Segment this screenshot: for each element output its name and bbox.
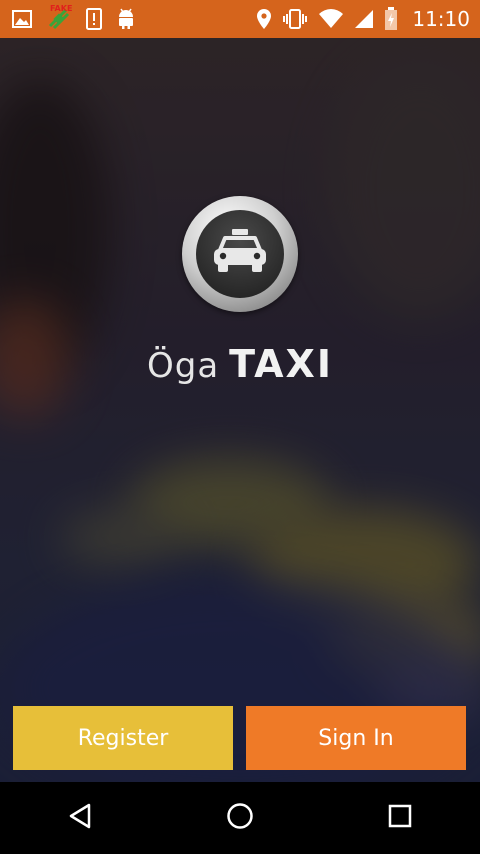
status-time: 11:10 (412, 7, 470, 31)
fake-gps-icon: FAKE (46, 4, 73, 32)
vibrate-icon (282, 9, 308, 29)
app-logo: Öga TAXI (0, 196, 480, 386)
app-screen: FAKE 11:10 Öga TAXI Register Sign In (0, 0, 480, 854)
brand-prefix: Öga (146, 346, 220, 386)
background-photo (0, 38, 480, 782)
notification-icons: FAKE (12, 4, 136, 32)
alert-icon (86, 8, 102, 30)
signal-icon (354, 9, 374, 29)
sign-in-button[interactable]: Sign In (246, 706, 466, 770)
fake-gps-label: FAKE (50, 4, 73, 13)
navigation-bar (0, 782, 480, 854)
brand-wordmark: Öga TAXI (147, 342, 333, 386)
wifi-icon (318, 9, 344, 29)
back-button[interactable] (50, 788, 110, 848)
android-icon (116, 8, 136, 30)
brand-name: TAXI (229, 342, 333, 386)
status-bar: FAKE 11:10 (0, 0, 480, 38)
logo-ring (182, 196, 298, 312)
location-icon (256, 8, 272, 30)
battery-icon (384, 7, 398, 31)
recents-button[interactable] (370, 788, 430, 848)
recents-icon (387, 803, 413, 833)
home-button[interactable] (210, 788, 270, 848)
home-icon (226, 802, 254, 834)
back-icon (67, 802, 93, 834)
background-dim-overlay (0, 38, 480, 782)
logo-inner (196, 210, 284, 298)
register-button[interactable]: Register (13, 706, 233, 770)
image-icon (12, 10, 32, 28)
taxi-car-icon (208, 228, 272, 280)
system-icons: 11:10 (256, 7, 470, 31)
